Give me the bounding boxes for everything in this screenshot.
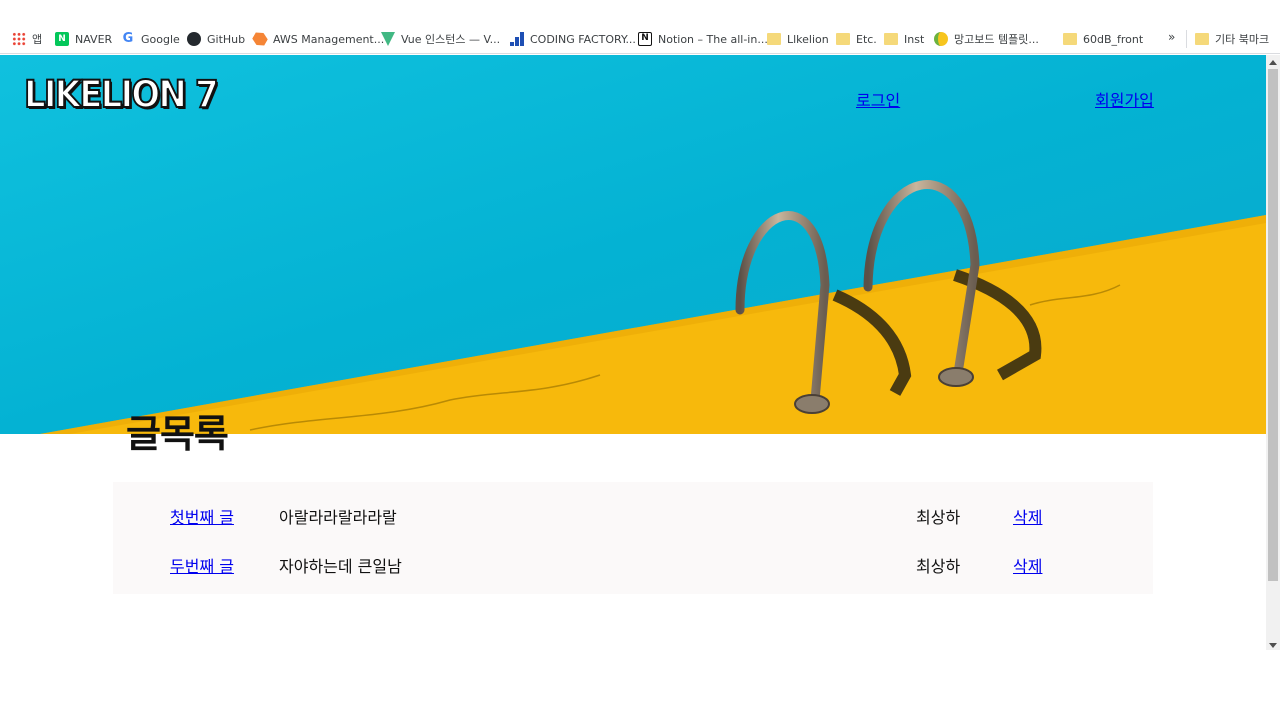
signup-link[interactable]: 회원가입 [1095, 87, 1154, 111]
scroll-down-icon[interactable] [1269, 643, 1277, 648]
vue-icon [381, 32, 395, 46]
bookmark-coding-factory[interactable]: CODING FACTORY... [510, 30, 636, 48]
google-icon: G [122, 31, 134, 46]
aws-icon [250, 29, 269, 48]
bookmark-label: 60dB_front [1083, 32, 1144, 46]
login-link[interactable]: 로그인 [856, 87, 900, 111]
post-list: 첫번째 글 아랄라라랄라라랄 최상하 삭제 두번째 글 자야하는데 큰일남 최상… [113, 482, 1153, 594]
notion-icon: N [638, 32, 652, 46]
bookmark-github[interactable]: GitHub [187, 30, 245, 48]
bookmark-folder-inst[interactable]: Inst [884, 30, 924, 48]
bookmark-label: Inst [904, 32, 925, 46]
post-author: 최상하 [916, 508, 961, 527]
post-author: 최상하 [916, 557, 961, 576]
post-body: 아랄라라랄라라랄 [279, 508, 397, 527]
delete-post-link[interactable]: 삭제 [1013, 504, 1042, 528]
bookmark-folder-60db-front[interactable]: 60dB_front [1063, 30, 1143, 48]
bookmark-label: Google [141, 32, 180, 46]
bookmark-label: Notion – The all-in... [658, 32, 768, 46]
delete-post-link[interactable]: 삭제 [1013, 553, 1042, 577]
bookmark-folder-llkelion[interactable]: Llkelion [767, 30, 829, 48]
bookmark-aws[interactable]: AWS Management... [253, 30, 384, 48]
page-viewport: LIKELION 7 로그인 회원가입 글목록 첫번째 글 아랄라라랄라라랄 최… [0, 55, 1266, 720]
site-logo[interactable]: LIKELION 7 [23, 72, 220, 117]
post-row: 두번째 글 자야하는데 큰일남 최상하 삭제 [113, 553, 1153, 577]
bookmark-label: CODING FACTORY... [530, 32, 636, 46]
github-icon [187, 32, 201, 46]
bookmark-label: 망고보드 템플릿... [954, 33, 1039, 46]
naver-icon: N [55, 32, 69, 46]
scroll-up-icon[interactable] [1269, 60, 1277, 65]
scroll-thumb[interactable] [1268, 69, 1278, 581]
mangoboard-icon [934, 32, 948, 46]
bookmark-label: 기타 북마크 [1215, 33, 1270, 46]
post-title-link[interactable]: 두번째 글 [170, 553, 234, 577]
bookmark-label: GitHub [207, 32, 246, 46]
bookmarks-divider [1186, 30, 1187, 48]
bookmarks-bar: 앱 N NAVER G Google GitHub AWS Management… [0, 0, 1280, 54]
bookmark-label: AWS Management... [273, 32, 385, 46]
bookmark-label: 앱 [32, 33, 43, 46]
post-body: 자야하는데 큰일남 [279, 557, 402, 576]
folder-icon [836, 33, 850, 45]
bookmark-label: Etc. [856, 32, 877, 46]
bookmark-google[interactable]: G Google [121, 30, 180, 48]
bookmark-mangoboard[interactable]: 망고보드 템플릿... [934, 30, 1039, 48]
bookmark-label: Llkelion [787, 32, 829, 46]
post-title-link[interactable]: 첫번째 글 [170, 504, 234, 528]
bookmark-vue[interactable]: Vue 인스턴스 — V... [381, 30, 500, 48]
coding-factory-icon [510, 32, 524, 46]
folder-icon [1195, 33, 1209, 45]
vertical-scrollbar[interactable] [1266, 55, 1280, 650]
post-row: 첫번째 글 아랄라라랄라라랄 최상하 삭제 [113, 504, 1153, 528]
page-title: 글목록 [126, 412, 229, 456]
folder-icon [767, 33, 781, 45]
apps-grid-icon [12, 32, 26, 46]
bookmark-notion[interactable]: N Notion – The all-in... [638, 30, 768, 48]
folder-icon [884, 33, 898, 45]
bookmarks-overflow-button[interactable]: » [1168, 30, 1175, 44]
folder-icon [1063, 33, 1077, 45]
bookmark-label: NAVER [75, 32, 113, 46]
bookmark-naver[interactable]: N NAVER [55, 30, 112, 48]
bookmark-apps[interactable]: 앱 [12, 30, 42, 48]
hero-banner: LIKELION 7 로그인 회원가입 [0, 55, 1266, 434]
bookmark-other-bookmarks[interactable]: 기타 북마크 [1195, 30, 1269, 48]
bookmark-folder-etc[interactable]: Etc. [836, 30, 877, 48]
bookmark-label: Vue 인스턴스 — V... [401, 33, 501, 46]
